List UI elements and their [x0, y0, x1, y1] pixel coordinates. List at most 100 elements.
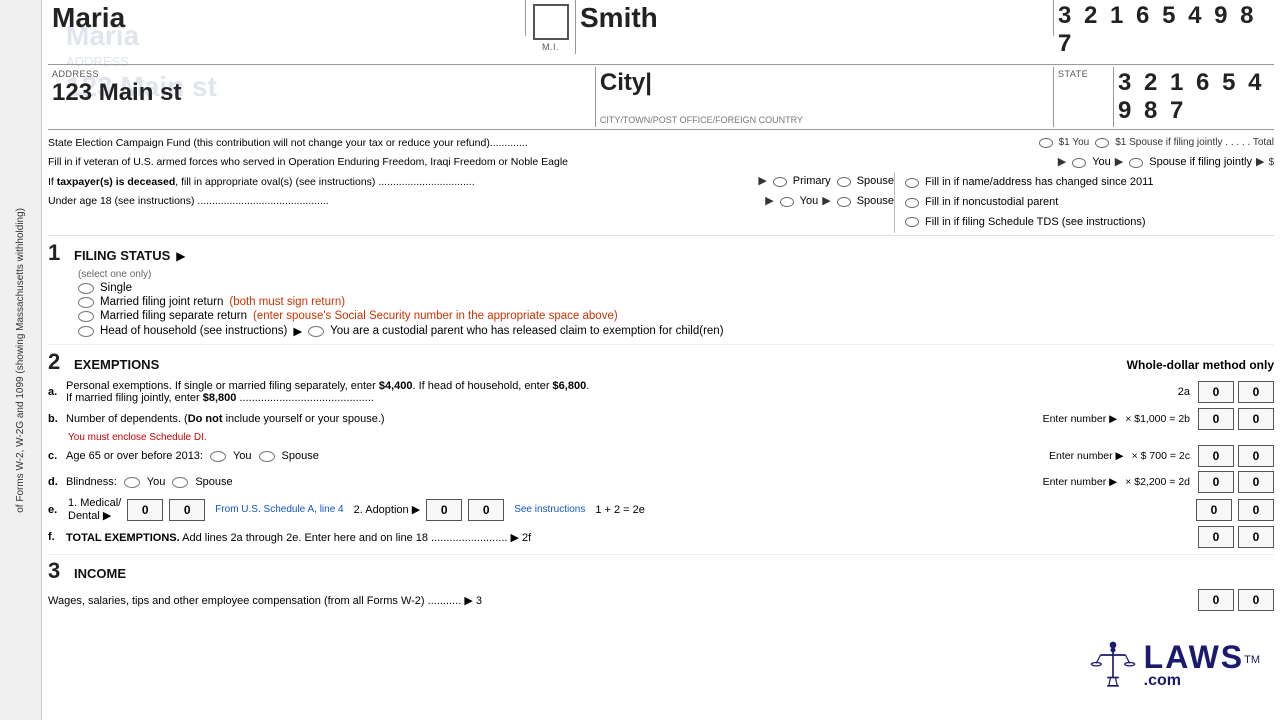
ssn-block: 3 2 1 6 5 4 9 8 7: [1054, 0, 1274, 60]
campaign-oval-7[interactable]: [780, 197, 794, 207]
row-d-val1[interactable]: 0: [1198, 471, 1234, 493]
section2-inner: 2 EXEMPTIONS Whole-dollar method only a.…: [48, 349, 1274, 550]
laws-icon: [1088, 640, 1138, 690]
exemption-row-a: a. Personal exemptions. If single or mar…: [48, 378, 1274, 406]
campaign-row-4: Under age 18 (see instructions) ........…: [48, 192, 894, 212]
wages-val1[interactable]: 0: [1198, 589, 1234, 611]
campaign-row-1: State Election Campaign Fund (this contr…: [48, 134, 1274, 153]
option-hoh: Head of household (see instructions): [100, 325, 287, 337]
oval-single[interactable]: [78, 283, 94, 294]
dollar-label-2: $: [1268, 155, 1274, 171]
row-c-spouse-oval[interactable]: [259, 451, 275, 462]
campaign-oval-8[interactable]: [837, 197, 851, 207]
row-e-box2[interactable]: 0: [169, 499, 205, 521]
oval-married-joint[interactable]: [78, 297, 94, 308]
row-d-multiply: × $2,200 = 2d: [1125, 476, 1190, 488]
row-c-you: You: [233, 450, 252, 462]
row-b-text: Number of dependents. (Do not include yo…: [66, 413, 1039, 425]
row-f-letter: f.: [48, 531, 62, 543]
row-e-val1[interactable]: 0: [1196, 499, 1232, 521]
oval-hoh-2[interactable]: [308, 326, 324, 337]
row-c-text: Age 65 or over before 2013:: [66, 450, 203, 462]
primary-layer: Maria M.I. Smith 3 2 1 6 5 4 9 8 7: [42, 0, 1280, 616]
wages-val2[interactable]: 0: [1238, 589, 1274, 611]
address-value: 123 Main st: [52, 79, 591, 107]
schedule-a-link[interactable]: From U.S. Schedule A, line 4: [215, 504, 343, 515]
row-c-val1[interactable]: 0: [1198, 445, 1234, 467]
row-f-val1[interactable]: 0: [1198, 526, 1234, 548]
row-b-val2[interactable]: 0: [1238, 408, 1274, 430]
campaign-oval-2[interactable]: [1095, 138, 1109, 148]
laws-watermark: LAWSTM .com: [1088, 639, 1260, 690]
fill-row-1: Fill in if name/address has changed sinc…: [903, 174, 1274, 192]
row-a-val1[interactable]: 0: [1198, 381, 1234, 403]
address-label: ADDRESS: [52, 69, 591, 79]
exemption-row-f: f. TOTAL EXEMPTIONS. Add lines 2a throug…: [48, 524, 1274, 550]
row-a-val2[interactable]: 0: [1238, 381, 1274, 403]
campaign-oval-4[interactable]: [1129, 158, 1143, 168]
row-d-val2[interactable]: 0: [1238, 471, 1274, 493]
section3-title: INCOME: [74, 566, 126, 581]
oval-hoh[interactable]: [78, 326, 94, 337]
zip-block: 3 2 1 6 5 4 9 8 7: [1114, 67, 1274, 127]
campaign-spouse-label: $1 Spouse if filing jointly . . . . . To…: [1115, 135, 1274, 151]
fill-row-3: Fill in if filing Schedule TDS (see inst…: [903, 214, 1274, 232]
row-d-spouse-oval[interactable]: [172, 477, 188, 488]
address-row: ADDRESS 123 Main st City| CITY/TOWN/POST…: [48, 67, 1274, 130]
row-e-box3[interactable]: 0: [426, 499, 462, 521]
see-instructions[interactable]: See instructions: [514, 504, 585, 515]
row-c-val2[interactable]: 0: [1238, 445, 1274, 467]
option-married-sep: Married filing separate return: [100, 310, 247, 322]
campaign-oval-1[interactable]: [1039, 138, 1053, 148]
campaign-oval-3[interactable]: [1072, 158, 1086, 168]
campaign-oval-6[interactable]: [837, 177, 851, 187]
row-c-multiply: × $ 700 = 2c: [1132, 450, 1190, 462]
fill-oval-2[interactable]: [905, 198, 919, 208]
city-value: City|: [600, 69, 1049, 97]
left-sidebar: of Forms W-2, W-2G and 1099 (showing Mas…: [0, 0, 42, 720]
row-f-text: TOTAL EXEMPTIONS. Add lines 2a through 2…: [66, 531, 1194, 544]
spouse-label-4: Spouse: [857, 193, 894, 211]
oval-married-sep[interactable]: [78, 311, 94, 322]
section1-number: 1: [48, 240, 68, 266]
filing-row-married-sep: Married filing separate return (enter sp…: [78, 310, 1274, 322]
income-row-wages: Wages, salaries, tips and other employee…: [48, 587, 1274, 613]
row-e-box4[interactable]: 0: [468, 499, 504, 521]
spouse-label-3: Spouse: [857, 173, 894, 191]
campaign-section: State Election Campaign Fund (this contr…: [48, 132, 1274, 236]
row-f-dots: .........................: [431, 532, 507, 544]
mi-box[interactable]: [533, 4, 569, 40]
row-e-val2[interactable]: 0: [1238, 499, 1274, 521]
row-e-box1[interactable]: 0: [127, 499, 163, 521]
fill-oval-1[interactable]: [905, 178, 919, 188]
row-d-you: You: [147, 476, 166, 488]
laws-name: LAWS: [1144, 639, 1244, 675]
arrow-4b: ▶: [822, 193, 830, 211]
row-d-you-oval[interactable]: [124, 477, 140, 488]
fill-text-3: Fill in if filing Schedule TDS (see inst…: [925, 214, 1146, 232]
section1-title: FILING STATUS: [74, 248, 170, 263]
fill-text-1: Fill in if name/address has changed sinc…: [925, 174, 1154, 192]
row-e-letter: e.: [48, 504, 62, 516]
you-label-2: You: [1092, 154, 1111, 172]
row-a-text: Personal exemptions. If single or marrie…: [66, 380, 1170, 404]
campaign-line1-text: State Election Campaign Fund (this contr…: [48, 137, 490, 149]
city-label: CITY/TOWN/POST OFFICE/FOREIGN COUNTRY: [600, 115, 803, 125]
fill-oval-3[interactable]: [905, 217, 919, 227]
campaign-oval-5[interactable]: [773, 177, 787, 187]
section1-left: 1 FILING STATUS ▶ (select one only) Sing…: [48, 240, 1274, 340]
row-c-spouse: Spouse: [282, 450, 1045, 462]
row-c-you-oval[interactable]: [210, 451, 226, 462]
row-e-text1: 1. Medical/Dental ▶: [68, 497, 121, 522]
section2-number: 2: [48, 349, 68, 375]
row-b-val1[interactable]: 0: [1198, 408, 1234, 430]
row-f-val2[interactable]: 0: [1238, 526, 1274, 548]
row-d-text: Blindness:: [66, 476, 117, 488]
row-d-spouse: Spouse: [195, 476, 1038, 488]
primary-label: Primary: [793, 173, 831, 191]
ssn-value: 3 2 1 6 5 4 9 8 7: [1058, 2, 1256, 57]
row-d-enter: Enter number ▶: [1043, 476, 1118, 488]
exemption-row-e: e. 1. Medical/Dental ▶ 0 0 From U.S. Sch…: [48, 497, 1274, 522]
option-married-sep-note: (enter spouse's Social Security number i…: [253, 310, 618, 322]
row3-container: If taxpayer(s) is deceased, fill in appr…: [48, 172, 1274, 233]
